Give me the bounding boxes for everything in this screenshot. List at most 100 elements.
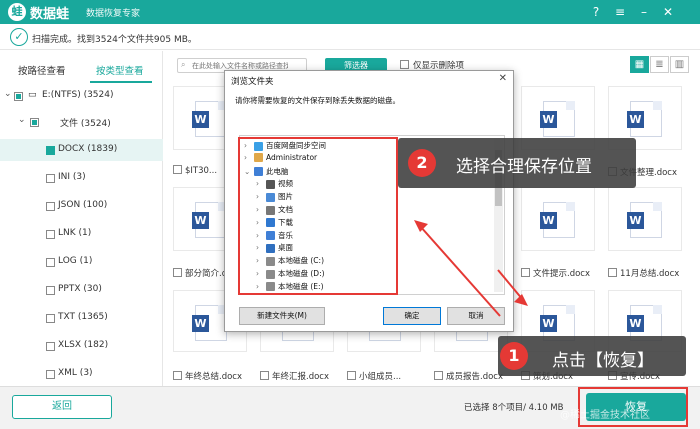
word-document-icon: W	[192, 305, 227, 341]
tree-item-lnk[interactable]: LNK (1)	[0, 223, 163, 245]
drive-icon: ▭	[28, 90, 37, 100]
word-document-icon: W	[192, 202, 227, 238]
file-checkbox[interactable]	[260, 371, 269, 380]
tree-checkbox[interactable]	[46, 286, 55, 295]
word-badge-icon: W	[540, 212, 557, 229]
tree-item-json[interactable]: JSON (100)	[0, 195, 163, 217]
step1-text: 点击【恢复】	[552, 351, 654, 371]
file-checkbox[interactable]	[173, 371, 182, 380]
close-icon[interactable]: ✕	[660, 4, 676, 20]
file-checkbox[interactable]	[434, 371, 443, 380]
file-checkbox[interactable]	[521, 268, 530, 277]
active-tab-indicator	[90, 81, 152, 83]
menu-icon[interactable]: ≡	[612, 4, 628, 20]
help-icon[interactable]: ?	[588, 4, 604, 20]
tab-by-path[interactable]: 按路径查看	[18, 63, 66, 77]
cancel-button[interactable]: 取消	[447, 307, 505, 325]
tree-checkbox[interactable]	[46, 258, 55, 267]
scan-status-text: 扫描完成。找到3524个文件共905 MB。	[32, 35, 197, 45]
tree-checkbox[interactable]	[46, 146, 55, 155]
tree-item-label: TXT (1365)	[58, 312, 108, 322]
tree-checkbox[interactable]	[46, 370, 55, 379]
tree-checkbox[interactable]	[46, 230, 55, 239]
tree-item-docx[interactable]: DOCX (1839)	[0, 139, 163, 161]
detail-view-icon[interactable]: ▥	[670, 56, 689, 73]
file-name-label: $IT30...	[185, 166, 218, 176]
tree-item-label: XML (3)	[58, 368, 93, 378]
file-name[interactable]: 年终总结.docx	[173, 370, 242, 382]
tree-checkbox[interactable]	[46, 314, 55, 323]
file-tile[interactable]: W	[521, 187, 595, 251]
tree-item-log[interactable]: LOG (1)	[0, 251, 163, 273]
dialog-title: 浏览文件夹	[231, 77, 274, 87]
tree-item-label: DOCX (1839)	[58, 144, 118, 154]
file-checkbox[interactable]	[173, 268, 182, 277]
view-tabs: 按路径查看 按类型查看	[0, 59, 163, 83]
file-name[interactable]: $IT30...	[173, 165, 218, 176]
tab-by-type[interactable]: 按类型查看	[96, 63, 144, 77]
step2-callout: 2 选择合理保存位置	[398, 138, 636, 188]
word-document-icon: W	[540, 101, 575, 137]
file-name[interactable]: 11月总结.docx	[608, 267, 679, 279]
file-checkbox[interactable]	[347, 371, 356, 380]
file-name-label: 11月总结.docx	[620, 269, 680, 279]
tree-checkbox[interactable]	[46, 342, 55, 351]
chevron-down-icon[interactable]: ⌄	[4, 89, 12, 99]
file-name[interactable]: 成员报告.docx	[434, 370, 503, 382]
tree-item-label: LNK (1)	[58, 228, 92, 238]
tree-item-ini[interactable]: INI (3)	[0, 167, 163, 189]
tree-item-txt[interactable]: TXT (1365)	[0, 307, 163, 329]
tree-item-files[interactable]: ⌄ 文件 (3524)	[0, 111, 163, 133]
tree-item-drive[interactable]: ⌄ ▭ E:(NTFS) (3524)	[0, 85, 163, 107]
step1-callout: 1 点击【恢复】	[498, 336, 686, 376]
tree-item-label: PPTX (30)	[58, 284, 102, 294]
tree-item-xlsx[interactable]: XLSX (182)	[0, 335, 163, 357]
tree-item-label: 文件 (3524)	[60, 119, 111, 129]
minimize-icon[interactable]: –	[636, 4, 652, 20]
word-document-icon: W	[627, 202, 662, 238]
tree-checkbox[interactable]	[46, 174, 55, 183]
grid-view-icon[interactable]: ▦	[630, 56, 649, 73]
file-name-label: 成员报告.docx	[446, 372, 504, 382]
chevron-down-icon[interactable]: ⌄	[18, 115, 26, 125]
tree-checkbox[interactable]	[30, 118, 39, 127]
word-document-icon: W	[192, 101, 227, 137]
file-checkbox[interactable]	[608, 268, 617, 277]
file-name[interactable]: 小组成员...	[347, 370, 401, 382]
word-document-icon: W	[540, 202, 575, 238]
list-view-icon[interactable]: ≣	[650, 56, 669, 73]
file-name[interactable]: 文件提示.docx	[521, 267, 590, 279]
step1-number: 1	[500, 342, 528, 370]
dialog-close-icon[interactable]: ✕	[499, 73, 507, 84]
word-badge-icon: W	[627, 111, 644, 128]
tree-item-label: LOG (1)	[58, 256, 93, 266]
only-deleted-checkbox[interactable]	[400, 60, 409, 69]
app-subtitle: 数据恢复专家	[86, 9, 141, 19]
new-folder-button[interactable]: 新建文件夹(M)	[239, 307, 325, 325]
check-circle-icon: ✓	[10, 28, 28, 46]
word-badge-icon: W	[192, 315, 209, 332]
tree-checkbox[interactable]	[46, 202, 55, 211]
search-icon: ⌕	[181, 60, 186, 69]
word-document-icon: W	[627, 101, 662, 137]
file-checkbox[interactable]	[173, 165, 182, 174]
tree-item-pptx[interactable]: PPTX (30)	[0, 279, 163, 301]
tree-item-label: JSON (100)	[58, 200, 108, 210]
app-name: 数据蛙	[30, 7, 70, 22]
file-tile[interactable]: W	[608, 187, 682, 251]
ok-button[interactable]: 确定	[383, 307, 441, 325]
watermark: @稀土掘金技术社区	[560, 410, 650, 421]
tree-item-xml[interactable]: XML (3)	[0, 363, 163, 385]
word-badge-icon: W	[540, 111, 557, 128]
step2-number: 2	[408, 149, 436, 177]
scan-status-bar: ✓ 扫描完成。找到3524个文件共905 MB。	[0, 24, 700, 50]
file-name-label: 文件提示.docx	[533, 269, 591, 279]
tree-checkbox[interactable]	[14, 92, 23, 101]
file-name[interactable]: 年终汇报.docx	[260, 370, 329, 382]
back-button[interactable]: 返回	[12, 395, 112, 419]
word-badge-icon: W	[627, 212, 644, 229]
step2-text: 选择合理保存位置	[456, 157, 592, 177]
app-logo-icon: 蛙	[8, 3, 26, 21]
word-badge-icon: W	[192, 111, 209, 128]
tree-item-label: E:(NTFS) (3524)	[42, 90, 114, 100]
